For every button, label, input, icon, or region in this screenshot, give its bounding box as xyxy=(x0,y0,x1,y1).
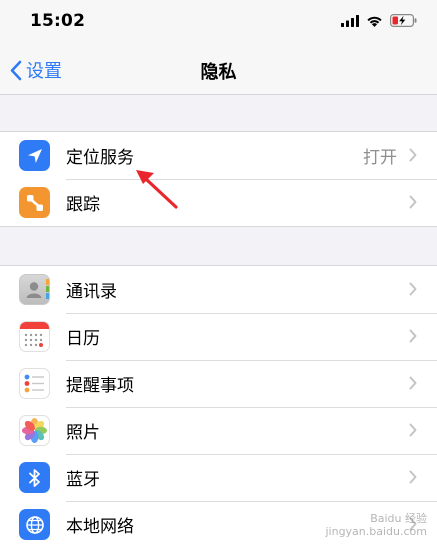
chevron-right-icon xyxy=(409,423,417,437)
row-label: 跟踪 xyxy=(66,195,100,215)
status-icons xyxy=(341,14,417,27)
row-label: 本地网络 xyxy=(66,517,134,537)
watermark: Baidu 经验 jingyan.baidu.com xyxy=(325,512,427,538)
tracking-icon xyxy=(19,187,50,218)
row-label: 蓝牙 xyxy=(66,470,100,490)
wifi-icon xyxy=(367,16,382,27)
globe-icon xyxy=(19,509,50,540)
photos-icon xyxy=(19,415,50,446)
status-bar: 15:02 xyxy=(0,0,437,44)
contacts-icon xyxy=(19,274,50,305)
row-calendar[interactable]: 日历 xyxy=(0,313,437,360)
status-time: 15:02 xyxy=(30,11,86,31)
chevron-right-icon xyxy=(409,470,417,484)
row-label: 照片 xyxy=(66,423,100,443)
battery-charging-icon xyxy=(390,14,417,27)
chevron-right-icon xyxy=(409,376,417,390)
row-tracking[interactable]: 跟踪 xyxy=(0,179,437,226)
row-label: 提醒事项 xyxy=(66,376,134,396)
navigation-bar: 设置 隐私 xyxy=(0,44,437,95)
row-photos[interactable]: 照片 xyxy=(0,407,437,454)
row-label: 日历 xyxy=(66,329,100,349)
row-detail-value: 打开 xyxy=(363,148,397,168)
calendar-icon xyxy=(19,321,50,352)
bluetooth-icon xyxy=(19,462,50,493)
location-arrow-icon xyxy=(19,140,50,171)
row-contacts[interactable]: 通讯录 xyxy=(0,266,437,313)
row-label: 通讯录 xyxy=(66,282,117,302)
row-reminders[interactable]: 提醒事项 xyxy=(0,360,437,407)
settings-group-data-access: 通讯录 日历 提醒事项 照片 蓝牙 本地网络 xyxy=(0,265,437,548)
chevron-right-icon xyxy=(409,148,417,162)
chevron-right-icon xyxy=(409,329,417,343)
row-label: 定位服务 xyxy=(66,148,134,168)
chevron-right-icon xyxy=(409,282,417,296)
row-location-services[interactable]: 定位服务 打开 xyxy=(0,132,437,179)
watermark-line-1: Baidu 经验 xyxy=(370,512,427,525)
chevron-right-icon xyxy=(409,195,417,209)
page-title: 隐私 xyxy=(200,62,237,83)
reminders-icon xyxy=(19,368,50,399)
settings-group-location: 定位服务 打开 跟踪 xyxy=(0,131,437,227)
cellular-signal-icon xyxy=(341,14,359,27)
watermark-line-2: jingyan.baidu.com xyxy=(325,525,427,538)
row-bluetooth[interactable]: 蓝牙 xyxy=(0,454,437,501)
